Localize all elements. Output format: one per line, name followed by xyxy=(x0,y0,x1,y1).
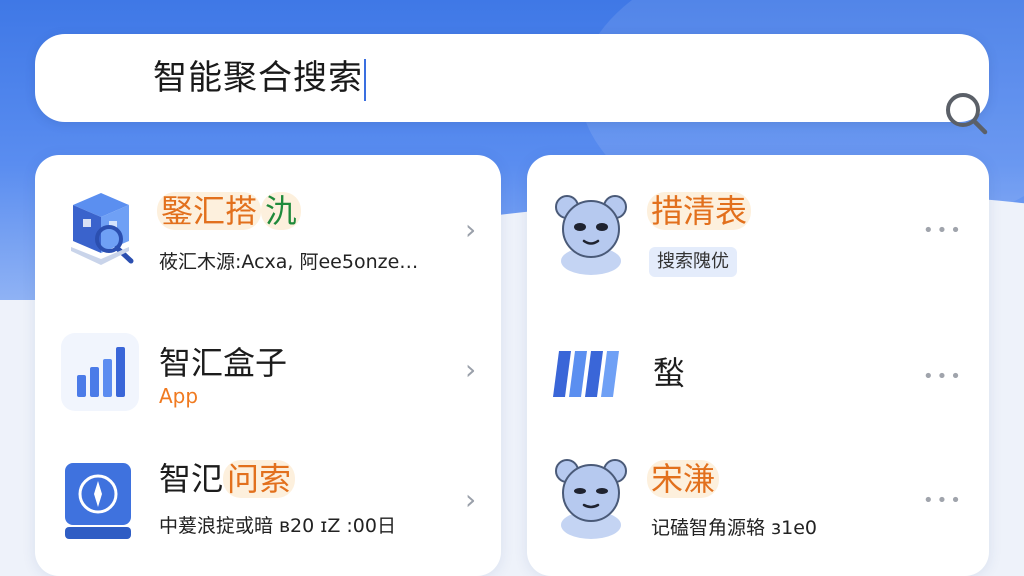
chevron-right-icon[interactable]: › xyxy=(465,215,476,245)
item-title: 智氾 问索 xyxy=(159,459,296,499)
chevron-right-icon[interactable]: › xyxy=(465,485,476,515)
compass-book-icon xyxy=(63,461,133,541)
more-options-icon[interactable]: ••• xyxy=(923,367,964,387)
item-title: 宋溓 xyxy=(647,459,720,499)
title-text: 智氾 xyxy=(159,460,224,498)
search-query-text: 智能聚合搜索 xyxy=(153,58,363,98)
item-subtitle: 记磕智角源辂 ɜ1e0 xyxy=(651,517,818,539)
list-item[interactable]: 鋻汇搭氿 莜汇木源:Acxa, 阿ee5onze… › xyxy=(35,175,501,295)
bear-avatar-icon xyxy=(551,191,631,275)
search-bar[interactable]: 智能聚合搜索 xyxy=(35,34,989,135)
results-card-right: 措清表 搜索隗优 ••• 蝵 ••• 宋溓 记磕智角源辂 ɜ1e0 ••• xyxy=(527,155,989,576)
search-input[interactable]: 智能聚合搜索 xyxy=(153,56,853,101)
status-badge: 搜索隗优 xyxy=(649,247,737,277)
more-options-icon[interactable]: ••• xyxy=(923,221,964,241)
list-item[interactable]: 智汇盒子 App › xyxy=(35,313,501,433)
item-title: 智汇盒子 xyxy=(159,344,288,382)
results-card-left: 鋻汇搭氿 莜汇木源:Acxa, 阿ee5onze… › 智汇盒子 App › 智… xyxy=(35,155,501,576)
stripes-logo-icon xyxy=(551,343,631,403)
text-caret xyxy=(364,58,366,101)
list-item[interactable]: 智氾 问索 中萲浪掟或暗 ʙ20 ɪZ :00日 › xyxy=(35,445,501,565)
item-title: 措清表 xyxy=(647,191,752,231)
item-subtitle: 莜汇木源:Acxa, 阿ee5onze… xyxy=(159,251,419,273)
bear-avatar-icon xyxy=(551,455,631,539)
title-highlight: 措清表 xyxy=(647,192,752,230)
title-highlight: 问索 xyxy=(223,460,296,498)
title-highlight: 氿 xyxy=(261,192,302,230)
item-subtitle: App xyxy=(159,384,199,408)
item-subtitle: 中萲浪掟或暗 ʙ20 ɪZ :00日 xyxy=(159,515,396,537)
search-icon[interactable] xyxy=(943,90,989,140)
title-highlight: 鋻汇搭 xyxy=(157,192,262,230)
more-options-icon[interactable]: ••• xyxy=(923,491,964,511)
list-item[interactable]: 措清表 搜索隗优 ••• xyxy=(527,175,989,295)
list-item[interactable]: 蝵 ••• xyxy=(527,313,989,433)
list-item[interactable]: 宋溓 记磕智角源辂 ɜ1e0 ••• xyxy=(527,445,989,565)
toolbox-cube-icon xyxy=(63,187,139,265)
item-title: 蝵 xyxy=(653,354,686,392)
title-highlight: 宋溓 xyxy=(647,460,720,498)
bar-chart-app-icon xyxy=(61,333,139,411)
item-title: 鋻汇搭氿 xyxy=(157,191,302,231)
chevron-right-icon[interactable]: › xyxy=(465,355,476,385)
